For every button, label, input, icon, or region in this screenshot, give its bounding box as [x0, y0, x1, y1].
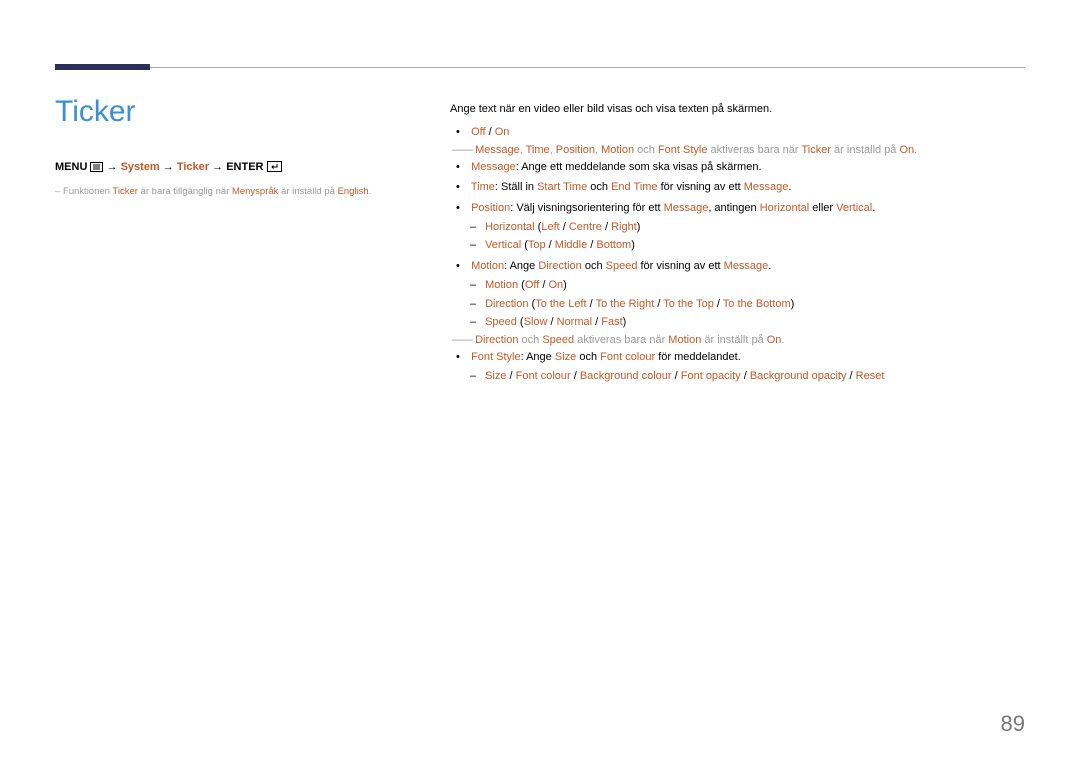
- list-item: Speed (Slow / Normal / Fast): [482, 313, 1025, 332]
- list-item: Size / Font colour / Background colour /…: [482, 367, 1025, 386]
- path-ticker: Ticker: [177, 161, 209, 173]
- sub-list: Size / Font colour / Background colour /…: [482, 367, 1025, 386]
- sub-list: Motion (Off / On) Direction (To the Left…: [482, 276, 1025, 332]
- header-divider: [55, 67, 1025, 68]
- options-list: Message: Ange ett meddelande som ska vis…: [468, 158, 1025, 332]
- list-item: Direction (To the Left / To the Right / …: [482, 295, 1025, 314]
- menu-path: MENU → System → Ticker → ENTER: [55, 161, 425, 175]
- options-list: Off / On: [468, 123, 1025, 142]
- list-item: Vertical (Top / Middle / Bottom): [482, 236, 1025, 255]
- list-item: Motion (Off / On): [482, 276, 1025, 295]
- list-item: Message: Ange ett meddelande som ska vis…: [468, 158, 1025, 177]
- menu-label: MENU: [55, 161, 87, 173]
- list-item: Time: Ställ in Start Time och End Time f…: [468, 178, 1025, 197]
- page-title: Ticker: [55, 95, 425, 129]
- list-item: Position: Välj visningsorientering för e…: [468, 199, 1025, 255]
- list-item: Off / On: [468, 123, 1025, 142]
- right-column: Ange text när en video eller bild visas …: [450, 103, 1025, 387]
- enter-label: ENTER: [226, 161, 263, 173]
- note-motion: ―― Direction och Speed aktiveras bara nä…: [468, 334, 1025, 346]
- enter-icon: [267, 161, 282, 175]
- path-system: System: [121, 161, 160, 173]
- note-off-on: ―― Message, Time, Position, Motion och F…: [468, 144, 1025, 156]
- arrow-icon: →: [212, 161, 226, 173]
- options-list: Font Style: Ange Size och Font colour fö…: [468, 348, 1025, 385]
- menu-icon: [90, 162, 103, 175]
- page-number: 89: [1001, 711, 1025, 737]
- list-item: Motion: Ange Direction och Speed för vis…: [468, 257, 1025, 332]
- arrow-icon: →: [107, 161, 121, 173]
- left-footnote: – Funktionen Ticker är bara tillgänglig …: [55, 185, 425, 199]
- header-accent-bar: [55, 64, 150, 70]
- sub-list: Horizontal (Left / Centre / Right) Verti…: [482, 218, 1025, 255]
- list-item: Font Style: Ange Size och Font colour fö…: [468, 348, 1025, 385]
- list-item: Horizontal (Left / Centre / Right): [482, 218, 1025, 237]
- left-column: Ticker MENU → System → Ticker → ENTER – …: [55, 95, 425, 199]
- arrow-icon: →: [163, 161, 177, 173]
- intro-text: Ange text när en video eller bild visas …: [450, 103, 1025, 115]
